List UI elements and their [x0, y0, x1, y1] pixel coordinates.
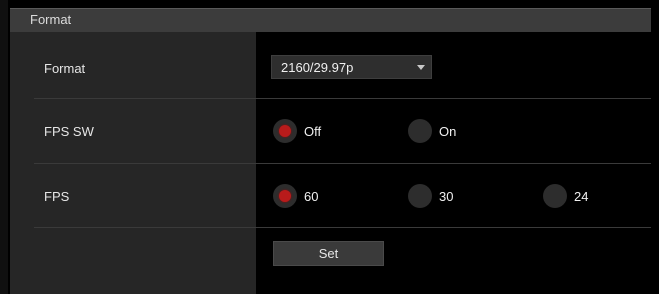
format-select[interactable]: 2160/29.97p: [271, 55, 432, 79]
radio-selected-icon: [273, 184, 297, 208]
row-divider: [34, 227, 651, 228]
radio-label: On: [439, 123, 457, 139]
radio-label: 30: [439, 188, 454, 204]
format-label: Format: [44, 61, 86, 76]
radio-selected-icon: [273, 119, 297, 143]
radio-unselected-icon: [408, 184, 432, 208]
row-divider: [34, 163, 651, 164]
fps-sw-radio-off[interactable]: Off: [273, 118, 321, 144]
fps-sw-radio-on[interactable]: On: [408, 118, 456, 144]
radio-label: 60: [304, 188, 319, 204]
radio-label: Off: [304, 123, 322, 139]
radio-unselected-icon: [543, 184, 567, 208]
radio-label: 24: [574, 188, 589, 204]
fps-radio-30[interactable]: 30: [408, 183, 453, 209]
section-title: Format: [30, 12, 72, 27]
section-header: Format: [10, 8, 651, 33]
fps-radio-60[interactable]: 60: [273, 183, 318, 209]
fps-radio-24[interactable]: 24: [543, 183, 588, 209]
row-divider: [34, 98, 651, 99]
chevron-down-icon: [417, 65, 425, 70]
set-button[interactable]: Set: [273, 241, 384, 266]
radio-unselected-icon: [408, 119, 432, 143]
format-select-value: 2160/29.97p: [281, 60, 354, 75]
fps-sw-label: FPS SW: [44, 124, 94, 139]
fps-label: FPS: [44, 189, 70, 204]
